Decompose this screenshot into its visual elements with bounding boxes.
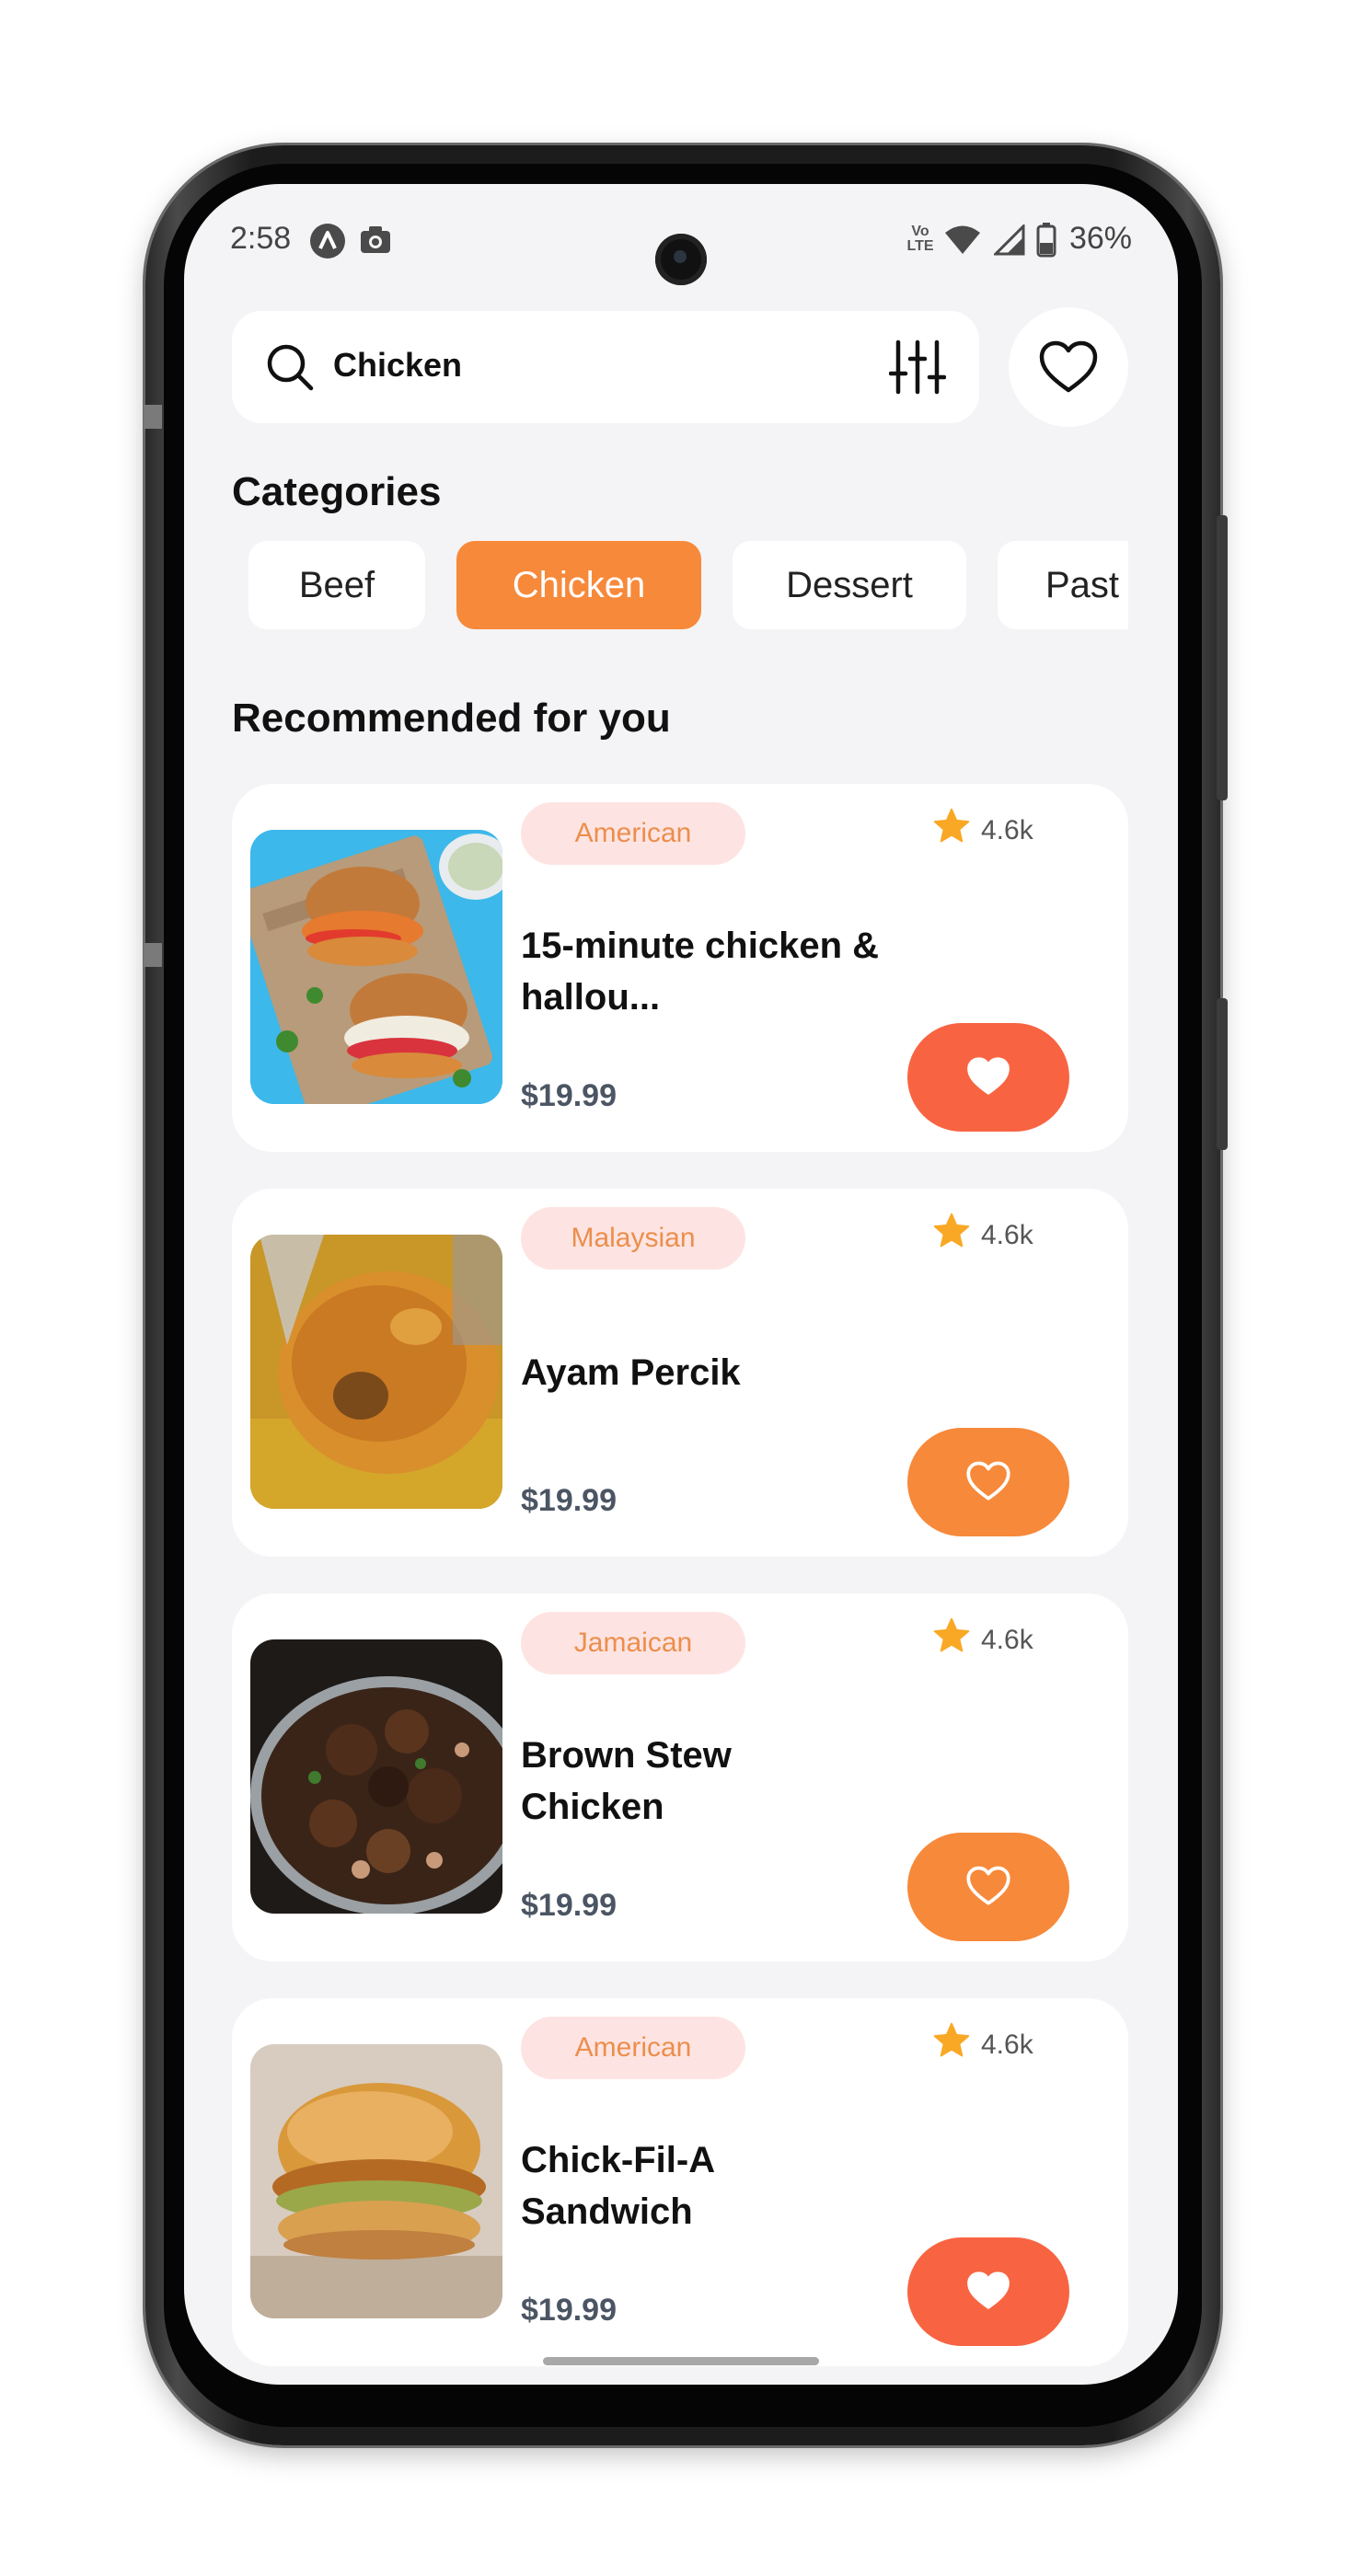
signal-icon (992, 223, 1025, 260)
favorite-button[interactable] (907, 1428, 1069, 1536)
rating-count: 4.6k (981, 815, 1033, 845)
food-image (250, 1235, 502, 1509)
recipe-name: Chick-Fil-A Sandwich (521, 2140, 714, 2232)
heart-outline-icon (966, 1461, 1010, 1501)
battery-icon (1036, 223, 1056, 262)
recipe-price: $19.99 (521, 1078, 617, 1113)
favorite-button[interactable] (907, 1833, 1069, 1941)
star-icon (933, 1213, 970, 1248)
favorite-button[interactable] (907, 2237, 1069, 2346)
cuisine-tag: Jamaican (521, 1612, 745, 1674)
recipe-name: Brown Stew Chicken (521, 1735, 732, 1827)
search-input[interactable]: Chicken (333, 346, 462, 385)
status-bar: 2:58 Vo LTE 36% (184, 212, 1178, 285)
rating-count: 4.6k (981, 1220, 1033, 1250)
heart-filled-icon (967, 2271, 1010, 2309)
star-icon (933, 808, 970, 843)
recipe-price: $19.99 (521, 2293, 617, 2328)
search-bar[interactable]: Chicken (232, 311, 979, 423)
heart-filled-icon (967, 1057, 1010, 1095)
category-chip-pasta[interactable]: Past (998, 541, 1128, 629)
sliders-icon[interactable] (888, 339, 947, 400)
battery-percent: 36% (1068, 221, 1132, 256)
frame-antenna-line (144, 405, 162, 429)
category-chip-beef[interactable]: Beef (248, 541, 425, 629)
cuisine-tag: American (521, 2017, 745, 2079)
recipe-card[interactable]: American 4.6k Chick-Fil-A Sandwich $19.9… (232, 1998, 1128, 2366)
volte-icon: Vo LTE (906, 224, 934, 254)
front-camera (655, 234, 707, 285)
category-chip-chicken[interactable]: Chicken (456, 541, 701, 629)
food-image (250, 830, 502, 1104)
favorite-button[interactable] (907, 1023, 1069, 1132)
frame-antenna-line (144, 943, 162, 967)
cuisine-tag: American (521, 802, 745, 865)
app-a-icon (309, 223, 346, 264)
star-icon (933, 1617, 970, 1652)
recipe-card[interactable]: American 4.6k 15-minute chicken & hallou… (232, 784, 1128, 1152)
category-list: Beef Chicken Dessert Past (248, 541, 1128, 629)
food-image (250, 1639, 502, 1914)
rating-count: 4.6k (981, 2030, 1033, 2060)
recipe-name: Ayam Percik (521, 1352, 741, 1393)
star-icon (933, 2022, 970, 2057)
categories-title: Categories (232, 469, 442, 514)
camera-icon (359, 224, 392, 260)
status-time: 2:58 (230, 221, 292, 256)
recommended-title: Recommended for you (232, 696, 671, 741)
heart-outline-icon (966, 1866, 1010, 1905)
power-button (1217, 515, 1228, 800)
category-chip-dessert[interactable]: Dessert (733, 541, 966, 629)
rating-count: 4.6k (981, 1625, 1033, 1655)
app-screen: 2:58 Vo LTE 36% Chicken Categories Beef … (184, 184, 1178, 2385)
wifi-icon (944, 224, 981, 260)
recipe-name: 15-minute chicken & hallou... (521, 926, 880, 1018)
home-indicator[interactable] (543, 2357, 819, 2365)
food-image (250, 2044, 502, 2318)
heart-outline-icon (1039, 340, 1098, 393)
favorites-button[interactable] (1009, 307, 1128, 427)
recipe-price: $19.99 (521, 1483, 617, 1518)
recipe-price: $19.99 (521, 1888, 617, 1923)
recipe-card[interactable]: Malaysian 4.6k Ayam Percik $19.99 (232, 1189, 1128, 1557)
recipe-card[interactable]: Jamaican 4.6k Brown Stew Chicken $19.99 (232, 1593, 1128, 1961)
volume-button (1217, 998, 1228, 1150)
search-icon (265, 342, 315, 397)
cuisine-tag: Malaysian (521, 1207, 745, 1270)
